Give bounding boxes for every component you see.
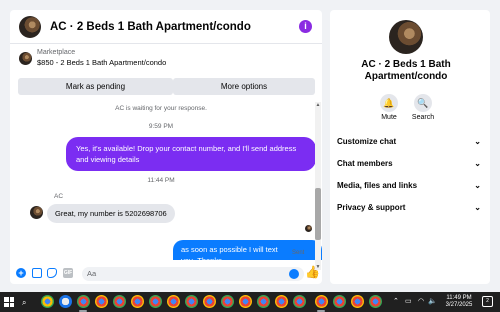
scroll-up-arrow-icon[interactable]: ▲ [315,102,321,108]
chrome-icon[interactable] [203,295,216,308]
listing-source: Marketplace [37,49,76,56]
tray-app-icon[interactable]: ▭ [405,297,412,305]
message-input[interactable]: Aa [82,267,304,281]
seen-avatar [305,225,312,232]
chrome-icon[interactable] [257,295,270,308]
chrome-icon[interactable] [185,295,198,308]
more-options-button[interactable]: More options [173,78,315,95]
menu-item-label: Customize chat [337,137,397,146]
image-icon[interactable] [32,268,42,278]
chrome-icon[interactable] [369,295,382,308]
composer: + GIF Aa 👍 [10,262,322,284]
chat-panel: AC · 2 Beds 1 Bath Apartment/condo i Mar… [10,10,322,284]
chrome-icon[interactable] [95,295,108,308]
chevron-down-icon: ⌄ [474,137,481,146]
taskbar: ⌕ ⌃ ▭ ◠ 🔈 11:49 PM 3/27/2025 2 [0,292,500,312]
chevron-down-icon: ⌄ [474,203,481,212]
chrome-icon[interactable] [315,295,328,308]
mute-label[interactable]: Mute [374,114,404,121]
active-app-indicator [317,310,325,312]
menu-item-customize-chat[interactable]: Customize chat ⌄ [337,137,481,146]
message-input-placeholder: Aa [87,269,97,278]
info-icon[interactable]: i [299,20,312,33]
chat-title[interactable]: AC · 2 Beds 1 Bath Apartment/condo [50,21,251,33]
listing-title[interactable]: $850 - 2 Beds 1 Bath Apartment/condo [37,58,166,67]
active-app-indicator [79,310,87,312]
sender-avatar[interactable] [30,206,43,219]
windows-start-icon[interactable] [4,297,14,307]
conversation-info-panel: AC · 2 Beds 1 Bath Apartment/condo 🔔 🔍 M… [330,10,490,284]
menu-item-chat-members[interactable]: Chat members ⌄ [337,159,481,168]
listing-thumbnail[interactable] [19,52,32,65]
sender-name: AC [54,193,64,200]
menu-item-label: Media, files and links [337,181,418,190]
chrome-icon[interactable] [333,295,346,308]
gif-icon[interactable]: GIF [63,268,73,278]
emoji-icon[interactable] [289,269,299,279]
avatar[interactable] [19,15,41,38]
listing-banner: Marketplace $850 - 2 Beds 1 Bath Apartme… [10,44,322,100]
chrome-icon[interactable] [149,295,162,308]
chevron-down-icon: ⌄ [474,159,481,168]
search-icon[interactable]: 🔍 [414,94,432,112]
timestamp: 11:44 PM [147,177,175,184]
chrome-icon[interactable] [113,295,126,308]
scroll-thumb[interactable] [315,188,321,240]
timestamp: 9:59 PM [148,123,174,130]
bell-icon[interactable]: 🔔 [380,94,398,112]
system-clock[interactable]: 11:49 PM 3/27/2025 [440,295,478,309]
chevron-down-icon: ⌄ [474,181,481,190]
chrome-icon[interactable] [275,295,288,308]
notification-icon[interactable]: 2 [482,296,493,307]
clock-date: 3/27/2025 [445,302,473,308]
chevron-up-icon[interactable]: ⌃ [393,297,399,305]
chrome-icon[interactable] [351,295,364,308]
chrome-icon[interactable] [131,295,144,308]
menu-item-label: Privacy & support [337,203,406,212]
menu-item-label: Chat members [337,159,393,168]
search-icon[interactable]: ⌕ [22,298,26,308]
chrome-icon[interactable] [41,295,54,308]
sticker-icon[interactable] [47,268,57,278]
chrome-icon[interactable] [293,295,306,308]
outgoing-message[interactable]: Yes, it's available! Drop your contact n… [66,137,316,171]
mark-as-pending-button[interactable]: Mark as pending [18,78,173,95]
conversation-title: AC · 2 Beds 1 Bath Apartment/condo [361,59,451,82]
message-status: Sent [292,250,305,256]
avatar[interactable] [389,20,423,54]
chat-header: AC · 2 Beds 1 Bath Apartment/condo i [10,10,322,44]
volume-icon[interactable]: 🔈 [428,297,437,305]
chrome-icon[interactable] [221,295,234,308]
plus-icon[interactable]: + [16,268,26,278]
chrome-icon[interactable] [167,295,180,308]
scrollbar[interactable]: ▲ ▼ [315,102,321,270]
waiting-notice: AC is waiting for your response. [115,105,207,112]
thumbs-up-icon[interactable]: 👍 [305,266,320,278]
menu-item-media-files-links[interactable]: Media, files and links ⌄ [337,181,481,190]
chrome-icon[interactable] [77,295,90,308]
incoming-message[interactable]: Great, my number is 5202698706 [47,204,175,223]
browser-icon[interactable] [59,295,72,308]
menu-item-privacy-support[interactable]: Privacy & support ⌄ [337,203,481,212]
clock-time: 11:49 PM [446,295,472,301]
chrome-icon[interactable] [239,295,252,308]
search-label[interactable]: Search [408,114,438,121]
message-list[interactable]: AC is waiting for your response. 9:59 PM… [10,100,322,260]
wifi-icon[interactable]: ◠ [418,297,424,305]
